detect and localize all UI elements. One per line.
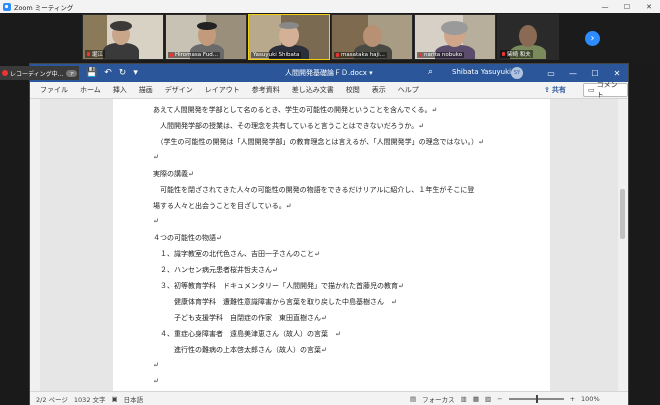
muted-mic-icon	[336, 53, 339, 57]
tab-review[interactable]: 校閲	[340, 85, 366, 95]
doc-line[interactable]: ４つの可能性の物語↵	[153, 233, 222, 243]
tab-references[interactable]: 参考資料	[246, 85, 286, 95]
doc-line[interactable]: １、識字教室の北代色さん、吉田一子さんのこと↵	[153, 249, 320, 259]
vertical-scrollbar[interactable]	[618, 99, 628, 391]
maximize-button[interactable]: ☐	[616, 0, 638, 13]
focus-mode[interactable]: フォーカス	[422, 394, 455, 404]
tab-mailings[interactable]: 差し込み文書	[286, 85, 340, 95]
muted-mic-icon	[87, 52, 90, 56]
participant-name: narita nobuko	[417, 52, 465, 58]
zoom-logo-icon	[3, 2, 11, 11]
doc-line[interactable]: 進行性の難病の上本啓太郎さん（故人）の言葉↵	[153, 345, 327, 355]
doc-line[interactable]: ↵	[153, 153, 159, 161]
document-canvas: あえて人間開発を学部として名のるとき、学生の可能性の開発ということを含んでくる。…	[30, 99, 628, 391]
recording-badge: ァ	[66, 69, 78, 77]
focus-icon[interactable]: ▤	[410, 395, 416, 403]
tab-view[interactable]: 表示	[366, 85, 392, 95]
comment-icon: ▭	[588, 86, 595, 94]
redo-icon[interactable]: ↻	[119, 68, 127, 78]
word-title-bar: 💾 ↶ ↻ ▾ 人間開発基礎論ＦＤ.docx ▾ ⌕ Shibata Yasuy…	[30, 64, 628, 82]
scrollbar-thumb[interactable]	[620, 189, 625, 239]
participant-name: 柴崎 和夫	[500, 50, 533, 58]
participant-tile[interactable]: narita nobuko	[414, 14, 496, 60]
quick-access-toolbar: 💾 ↶ ↻ ▾	[86, 68, 138, 78]
avatar[interactable]: SY	[511, 67, 523, 79]
zoom-title-bar: Zoom ミーティング — ☐ ✕	[0, 0, 660, 13]
ribbon-tabs: ファイル ホーム 挿入 描画 デザイン レイアウト 参考資料 差し込み文書 校閲…	[30, 81, 628, 99]
doc-line[interactable]: 健康体育学科 遭難性意識障害から言葉を取り戻した中島基樹さん ↵	[153, 297, 397, 307]
document-page[interactable]: あえて人間開発を学部として名のるとき、学生の可能性の開発ということを含んでくる。…	[113, 99, 550, 391]
status-bar: 2/2 ページ 1032 文字 ▣ 日本語 ▤ フォーカス ▥ ▦ ▧ − + …	[30, 391, 628, 405]
participant-name: 堀江	[85, 50, 106, 58]
read-mode-icon[interactable]: ▥	[461, 395, 467, 403]
zoom-slider[interactable]	[508, 395, 564, 403]
share-button[interactable]: ⇪ 共有	[544, 84, 566, 96]
zoom-in-icon[interactable]: +	[570, 395, 575, 403]
doc-line[interactable]: 人間開発学部の授業は、その理念を共有していると言うことはできないだろうか。↵	[153, 121, 424, 131]
participant-tile[interactable]: 柴崎 和夫	[497, 14, 559, 60]
muted-mic-icon	[419, 53, 422, 57]
gallery-next-button[interactable]: ›	[585, 31, 600, 46]
participant-tile[interactable]: 堀江	[82, 14, 164, 60]
close-button[interactable]: ✕	[638, 0, 660, 13]
doc-line[interactable]: 実際の講義↵	[153, 169, 194, 179]
recording-indicator[interactable]: レコーディング中... ァ	[0, 66, 80, 80]
zoom-out-icon[interactable]: −	[497, 395, 502, 403]
record-dot-icon	[2, 70, 8, 76]
doc-line[interactable]: ４、重症心身障害者 遠島美津恵さん（故人）の言葉 ↵	[153, 329, 341, 339]
doc-line[interactable]: ↵	[153, 217, 159, 225]
zoom-window-title: Zoom ミーティング	[14, 3, 74, 12]
participant-tile[interactable]: masataka haji...	[331, 14, 413, 60]
minimize-button[interactable]: —	[562, 64, 584, 82]
status-right: ▤ フォーカス ▥ ▦ ▧ − + 100%	[410, 392, 600, 405]
minimize-button[interactable]: —	[594, 0, 616, 13]
doc-line[interactable]: （学生の可能性の開発は「人間開発学部」の教育理念とは言えるが、「人間開発学」の理…	[153, 137, 484, 147]
undo-icon[interactable]: ↶	[104, 68, 112, 78]
save-icon[interactable]: 💾	[86, 68, 97, 78]
zoom-window-controls: — ☐ ✕	[594, 0, 660, 13]
muted-mic-icon	[170, 53, 173, 57]
tab-file[interactable]: ファイル	[34, 85, 74, 95]
proofing-icon[interactable]: ▣	[112, 395, 118, 403]
zoom-level[interactable]: 100%	[581, 395, 600, 403]
tab-design[interactable]: デザイン	[159, 85, 199, 95]
doc-line[interactable]: ２、ハンセン病元患者桜井哲夫さん↵	[153, 265, 278, 275]
tab-insert[interactable]: 挿入	[107, 85, 133, 95]
tab-home[interactable]: ホーム	[74, 85, 107, 95]
word-window: 💾 ↶ ↻ ▾ 人間開発基礎論ＦＤ.docx ▾ ⌕ Shibata Yasuy…	[30, 64, 628, 405]
recording-label: レコーディング中...	[10, 70, 64, 78]
tab-layout[interactable]: レイアウト	[199, 85, 246, 95]
participant-name: Hiromasa Fud...	[168, 52, 220, 58]
doc-line[interactable]: 可能性を閉ざされてきた人々の可能性の開発の物語をできるだけリアルに紹介し、１年生…	[153, 185, 474, 195]
doc-line[interactable]: ３、初等教育学科 ドキュメンタリー「人間開発」で描かれた首藤児の教育↵	[153, 281, 404, 291]
ribbon-display-button[interactable]: ▭	[540, 64, 562, 82]
tab-help[interactable]: ヘルプ	[392, 85, 425, 95]
participant-tile-active-speaker[interactable]: Yasuyuki Shibata	[248, 14, 330, 60]
screen: Zoom ミーティング — ☐ ✕ 堀江 Hiromasa Fud... Yas…	[0, 0, 660, 405]
doc-line[interactable]: ↵	[153, 361, 159, 369]
tab-draw[interactable]: 描画	[133, 85, 159, 95]
doc-line[interactable]: 場する人々と出会うことを目ざしている。↵	[153, 201, 292, 211]
word-count[interactable]: 1032 文字	[74, 394, 106, 404]
document-title[interactable]: 人間開発基礎論ＦＤ.docx ▾	[285, 68, 373, 78]
page-count[interactable]: 2/2 ページ	[36, 394, 68, 404]
doc-line[interactable]: ↵	[153, 377, 159, 385]
muted-mic-icon	[502, 52, 505, 56]
participant-gallery: 堀江 Hiromasa Fud... Yasuyuki Shibata masa…	[0, 13, 660, 63]
doc-line[interactable]: 子ども支援学科 自閉症の作家 東田直樹さん↵	[153, 313, 327, 323]
participant-name: Yasuyuki Shibata	[251, 52, 302, 58]
vertical-ruler	[30, 99, 40, 391]
user-name[interactable]: Shibata Yasuyuki	[452, 68, 511, 76]
language[interactable]: 日本語	[124, 394, 144, 404]
print-layout-icon[interactable]: ▦	[473, 395, 479, 403]
share-icon: ⇪	[544, 86, 550, 94]
participant-name: masataka haji...	[334, 52, 387, 58]
doc-line[interactable]: あえて人間開発を学部として名のるとき、学生の可能性の開発ということを含んでくる。…	[153, 105, 437, 115]
participant-tile[interactable]: Hiromasa Fud...	[165, 14, 247, 60]
search-icon[interactable]: ⌕	[428, 67, 433, 77]
customize-dropdown-icon[interactable]: ▾	[133, 68, 138, 78]
web-layout-icon[interactable]: ▧	[485, 395, 491, 403]
comments-button[interactable]: ▭ コメント	[583, 81, 628, 99]
